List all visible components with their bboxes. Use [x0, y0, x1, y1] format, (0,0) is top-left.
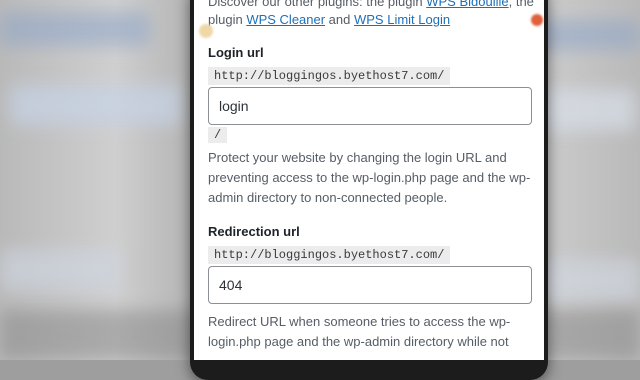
login-url-suffix: /: [208, 127, 228, 143]
touch-indicator: [531, 14, 543, 26]
settings-content: Discover our other plugins: the plugin W…: [208, 0, 534, 352]
intro-text: and: [325, 12, 354, 27]
background-blur: [10, 85, 180, 125]
plugins-intro: Discover our other plugins: the plugin W…: [208, 0, 534, 29]
redirection-url-prefix: http://bloggingos.byethost7.com/: [208, 246, 451, 264]
login-url-description: Protect your website by changing the log…: [208, 150, 531, 205]
login-url-input[interactable]: [208, 87, 532, 125]
background-blur: [0, 12, 150, 46]
touch-indicator: [199, 24, 213, 38]
link-wps-limit-login[interactable]: WPS Limit Login: [354, 12, 450, 27]
redirection-url-input[interactable]: [208, 266, 532, 304]
redirection-url-label: Redirection url: [208, 224, 300, 239]
phone-screen: Discover our other plugins: the plugin W…: [194, 0, 544, 360]
login-url-label: Login url: [208, 45, 264, 60]
background-blur: [0, 250, 120, 290]
intro-text: Discover our other plugins: the plugin: [208, 0, 427, 9]
redirection-url-description: Redirect URL when someone tries to acces…: [208, 314, 511, 349]
link-wps-bidouille[interactable]: WPS Bidouille: [426, 0, 508, 9]
login-url-prefix: http://bloggingos.byethost7.com/: [208, 67, 451, 85]
link-wps-cleaner[interactable]: WPS Cleaner: [246, 12, 325, 27]
